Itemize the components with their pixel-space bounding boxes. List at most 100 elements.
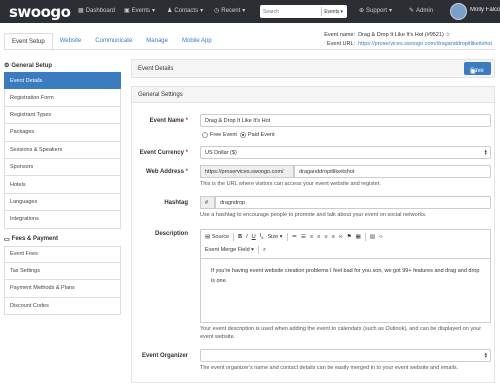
paid-event-radio[interactable]: Paid Event	[240, 132, 275, 138]
hashtag-field-label: Hashtag	[164, 200, 188, 206]
nav-events-label: Events	[131, 7, 151, 14]
flag-icon[interactable]: ⚑	[347, 234, 352, 240]
calendar-icon: ▣	[124, 8, 130, 14]
nav-contacts[interactable]: ♟ Contacts ▾	[167, 7, 204, 15]
nav-events[interactable]: ▣ Events ▾	[124, 7, 155, 15]
general-settings-panel: General Settings Event Name * Drag & Dro…	[131, 86, 495, 383]
general-settings-title: General Settings	[132, 87, 494, 103]
web-address-input[interactable]: draganddropitlikeitshot	[294, 165, 491, 178]
currency-value: US Dollar ($)	[205, 150, 237, 156]
organizer-select[interactable]: ▴ ▾	[200, 349, 491, 362]
sidebar-item-languages[interactable]: Languages	[4, 193, 121, 212]
clock-icon: ◷	[214, 8, 220, 14]
align-right-icon[interactable]: ≡	[324, 234, 327, 240]
web-address-field-label: Web Address *	[145, 169, 188, 175]
sidebar-item-event-details[interactable]: Event Details	[4, 72, 121, 90]
source-label: Source	[211, 234, 230, 240]
nav-dashboard[interactable]: ▦ Dashboard	[78, 7, 115, 15]
nav-recent[interactable]: ◷ Recent ▾	[214, 7, 246, 15]
panel-title: Event Details	[138, 66, 174, 72]
radio-off-icon	[202, 132, 208, 138]
search-icon[interactable]: ⌕	[263, 247, 266, 254]
strikethrough-icon[interactable]: Ix	[260, 233, 264, 240]
sidebar: ⚙ General Setup Event Details Registratio…	[4, 59, 121, 316]
editor-body[interactable]: If you're having event website creation …	[201, 258, 490, 322]
nav-recent-label: Recent	[221, 7, 241, 14]
source-button[interactable]: ▤ Source	[205, 234, 229, 240]
italic-icon[interactable]: I	[246, 234, 248, 240]
underline-icon[interactable]: U	[252, 234, 256, 240]
align-center-icon[interactable]: ≡	[317, 234, 320, 240]
wrench-icon: ✎	[409, 8, 415, 14]
editor-toolbar-row1: ▤ Source B I U Ix Size ▾ ≔ ☰ ≡ ≡ ≡ ≡ ∞ ⚑…	[205, 233, 383, 241]
updown-icon: ▴ ▾	[484, 351, 487, 360]
free-event-label: Free Event	[210, 132, 237, 138]
sidebar-item-integrations[interactable]: Integrations	[4, 211, 121, 229]
sidebar-item-sessions-speakers[interactable]: Sessions & Speakers	[4, 141, 121, 159]
nav-admin[interactable]: ✎ Admin	[409, 7, 433, 15]
search-input[interactable]	[263, 7, 317, 16]
numbered-list-icon[interactable]: ≔	[292, 234, 298, 240]
bullet-list-icon[interactable]: ☰	[301, 234, 306, 240]
sidebar-item-event-fees[interactable]: Event Fees	[4, 245, 121, 263]
nav-support[interactable]: ⊕ Support ▾	[359, 7, 393, 15]
link-icon[interactable]: ∞	[339, 234, 343, 240]
event-url-label: Event URL:	[326, 41, 356, 47]
sidebar-item-sponsors[interactable]: Sponsors	[4, 158, 121, 177]
fees-payment-title: Fees & Payment	[11, 236, 59, 243]
nav-user[interactable]: Molly Falco	[470, 7, 500, 13]
hashtag-input[interactable]: dragndrop	[215, 196, 491, 209]
hashtag-prefix: #	[200, 196, 215, 209]
merge-field-select[interactable]: Event Merge Field ▾	[205, 247, 254, 253]
sidebar-item-registration-form[interactable]: Registration Form	[4, 89, 121, 107]
align-left-icon[interactable]: ≡	[310, 234, 313, 240]
nav-contacts-label: Contacts	[174, 7, 199, 14]
search-box: Events▾	[260, 5, 347, 18]
size-select[interactable]: Size ▾	[268, 234, 283, 240]
user-avatar[interactable]	[450, 3, 467, 20]
top-navbar: swoogo ▦ Dashboard ▣ Events ▾ ♟ Contacts ▾ ◷ R…	[0, 0, 500, 23]
web-address-help: This is the URL where visitors can acces…	[200, 181, 381, 187]
save-button[interactable]: ▣ Save	[464, 62, 491, 75]
event-name-input[interactable]: Drag & Drop It Like It's Hot	[200, 114, 491, 127]
caret-down-icon: ▾	[200, 8, 204, 14]
description-field-label: Description	[154, 231, 188, 237]
web-address-prefix: https://proservices.swoogo.com/	[200, 165, 294, 178]
code-icon[interactable]: ‹›	[379, 234, 383, 240]
sidebar-item-registrant-types[interactable]: Registrant Types	[4, 106, 121, 125]
credit-card-icon: ▭	[4, 236, 10, 243]
justify-icon[interactable]: ≡	[332, 234, 335, 240]
description-editor: ▤ Source B I U Ix Size ▾ ≔ ☰ ≡ ≡ ≡ ≡ ∞ ⚑…	[200, 229, 491, 323]
currency-label-text: Event Currency	[139, 150, 184, 156]
sidebar-item-hotels[interactable]: Hotels	[4, 176, 121, 194]
table-icon[interactable]: ▦	[356, 234, 361, 240]
description-help: Your event description is used when addi…	[200, 326, 482, 340]
event-meta: Event name: Drag & Drop It Like It's Hot …	[317, 31, 492, 49]
currency-select[interactable]: US Dollar ($) ▴ ▾	[200, 146, 491, 159]
caret-down-icon: ▾	[389, 8, 393, 14]
gear-icon: ⚙	[4, 63, 10, 69]
radio-on-icon	[240, 132, 246, 138]
tabs-divider	[4, 49, 495, 50]
search-scope-label: Events	[324, 8, 340, 15]
sidebar-item-packages[interactable]: Packages	[4, 124, 121, 142]
fees-payment-heading: ▭ Fees & Payment	[4, 233, 121, 246]
web-address-label-text: Web Address	[145, 169, 184, 175]
image-icon[interactable]: ▨	[370, 234, 375, 240]
free-event-radio[interactable]: Free Event	[202, 132, 237, 138]
event-url-link[interactable]: https://proservices.swoogo.com/draganddr…	[358, 41, 492, 47]
caret-down-icon: ▾	[242, 8, 246, 14]
sidebar-item-discount-codes[interactable]: Discount Codes	[4, 297, 121, 316]
search-scope-select[interactable]: Events ▾	[321, 7, 345, 16]
sidebar-item-payment-methods[interactable]: Payment Methods & Plans	[4, 280, 121, 298]
editor-toolbar-row2: Event Merge Field ▾ ⌕	[205, 246, 266, 254]
general-setup-heading: ⚙ General Setup	[4, 59, 121, 72]
sidebar-item-tax-settings[interactable]: Tax Settings	[4, 262, 121, 281]
size-label: Size	[267, 234, 279, 240]
event-name-field-label: Event Name *	[149, 118, 188, 124]
swoogo-logo[interactable]: swoogo	[9, 3, 71, 21]
bold-icon[interactable]: B	[238, 234, 242, 240]
user-name: Molly Falco	[470, 7, 500, 13]
event-name-value: Drag & Drop It Like It's Hot (#9521) ☆	[358, 32, 451, 38]
updown-icon: ▴ ▾	[484, 148, 487, 157]
